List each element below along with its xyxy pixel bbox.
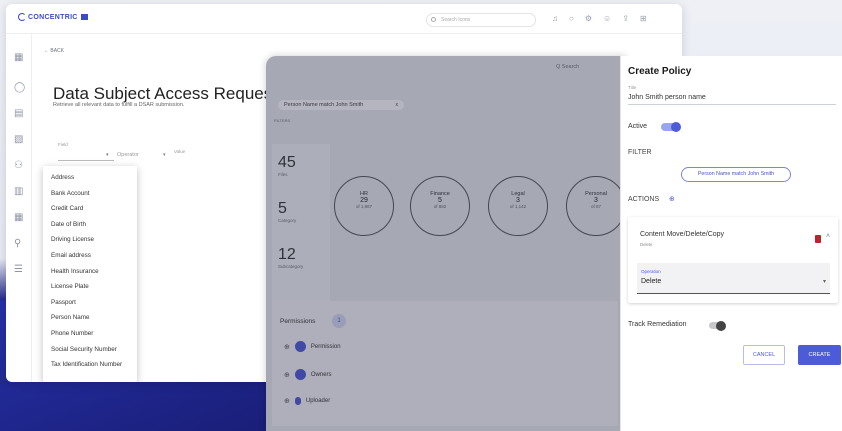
create-policy-panel: Create Policy Title John Smith person na… <box>620 56 842 431</box>
trash-icon[interactable] <box>815 235 821 243</box>
active-toggle[interactable] <box>661 121 681 132</box>
active-label: Active <box>628 123 648 130</box>
value-input[interactable]: Value <box>174 149 185 154</box>
sidebar: ▦ ◯ ▤ ▧ ⚇ ▥ ▦ ⚲ ☰ <box>6 34 32 382</box>
org-icon[interactable]: ⚲ <box>14 238 21 249</box>
logo: CONCENTRIC <box>18 13 88 21</box>
top-icons: ♫ ○ ⚙ ☺ ⇪ ⊞ <box>552 15 647 23</box>
list-icon[interactable]: ☰ <box>14 264 23 275</box>
layers-icon[interactable]: ▥ <box>14 186 23 197</box>
toggle-knob <box>716 320 726 331</box>
dropdown-option[interactable]: Credit Card <box>43 201 137 217</box>
track-remediation-toggle[interactable] <box>709 320 726 331</box>
page-title: Data Subject Access Request <box>53 84 277 103</box>
title-underline <box>628 104 836 105</box>
field-select[interactable] <box>58 160 114 161</box>
menu-icon[interactable]: ⊞ <box>640 15 647 23</box>
create-button[interactable]: CREATE <box>798 345 841 365</box>
actions-label: ACTIONS <box>628 196 660 203</box>
field-dropdown: Address Bank Account Credit Card Date of… <box>43 166 137 382</box>
operation-label: Operation <box>641 269 661 274</box>
results-panel: Q Search Person Name match John Smith x … <box>266 56 626 431</box>
chevron-up-icon[interactable]: ˄ <box>826 233 830 240</box>
table-icon[interactable]: ▦ <box>14 212 23 223</box>
help-icon[interactable]: ○ <box>569 15 574 23</box>
dropdown-option[interactable]: Email address <box>43 248 137 264</box>
filter-label: FILTER <box>628 149 652 156</box>
title-label: Title <box>628 85 637 90</box>
search-input[interactable]: Search Icons <box>426 13 536 27</box>
user-icon[interactable]: ☺ <box>603 15 611 23</box>
dropdown-option[interactable]: Phone Number <box>43 326 137 342</box>
search-icon <box>431 17 436 22</box>
page-subtitle: Retrieve all relevant data to fulfill a … <box>53 102 185 108</box>
mail-icon[interactable]: ▧ <box>14 134 23 145</box>
action-subtitle: Delete <box>640 242 653 247</box>
dropdown-option[interactable]: Address <box>43 170 137 186</box>
dropdown-option[interactable]: License Plate <box>43 279 137 295</box>
operator-select[interactable]: Operator <box>117 152 139 158</box>
dropdown-option[interactable]: Passport <box>43 295 137 311</box>
users-icon[interactable]: ⚇ <box>14 160 23 171</box>
operation-value: Delete <box>641 278 662 285</box>
shield-icon[interactable]: ◯ <box>14 82 25 93</box>
dropdown-option[interactable]: Date of Birth <box>43 217 137 233</box>
panel-title: Create Policy <box>628 66 692 77</box>
logo-square-icon <box>80 14 88 20</box>
top-bar: CONCENTRIC Search Icons ♫ ○ ⚙ ☺ ⇪ ⊞ <box>6 4 682 34</box>
back-link[interactable]: ← BACK <box>44 48 64 54</box>
notification-icon[interactable]: ♫ <box>552 15 558 23</box>
upload-icon[interactable]: ⇪ <box>622 15 629 23</box>
filter-chip[interactable]: Person Name match John Smith <box>681 167 791 182</box>
cancel-button[interactable]: CANCEL <box>743 345 785 365</box>
document-icon[interactable]: ▤ <box>14 108 23 119</box>
dropdown-option[interactable]: Driving License <box>43 232 137 248</box>
dropdown-option[interactable]: Person Name <box>43 310 137 326</box>
dropdown-option[interactable]: Social Security Number <box>43 342 137 358</box>
field-label: Field <box>58 142 68 147</box>
logo-mark-icon <box>18 13 26 21</box>
track-remediation-label: Track Remediation <box>628 321 687 328</box>
grid-icon[interactable]: ▦ <box>14 52 23 63</box>
query-form: Field ▾ Operator ▾ Value <box>58 142 208 164</box>
settings-icon[interactable]: ⚙ <box>585 15 592 23</box>
dropdown-option[interactable]: Bank Account <box>43 186 137 202</box>
dropdown-option[interactable]: Health Insurance <box>43 264 137 280</box>
chevron-down-icon: ▾ <box>163 152 166 158</box>
toggle-knob <box>671 121 681 132</box>
modal-overlay <box>266 56 626 431</box>
dropdown-option[interactable]: Tax Identification Number <box>43 357 137 373</box>
title-input[interactable]: John Smith person name <box>628 94 706 101</box>
chevron-down-icon: ▾ <box>106 152 109 158</box>
operation-select[interactable]: Operation Delete ▾ <box>637 263 830 294</box>
action-name: Content Move/Delete/Copy <box>640 231 725 238</box>
chevron-down-icon: ▾ <box>822 279 826 285</box>
add-action-icon[interactable]: ⊕ <box>669 195 675 203</box>
action-card: Content Move/Delete/Copy Delete ˄ Operat… <box>628 217 838 303</box>
